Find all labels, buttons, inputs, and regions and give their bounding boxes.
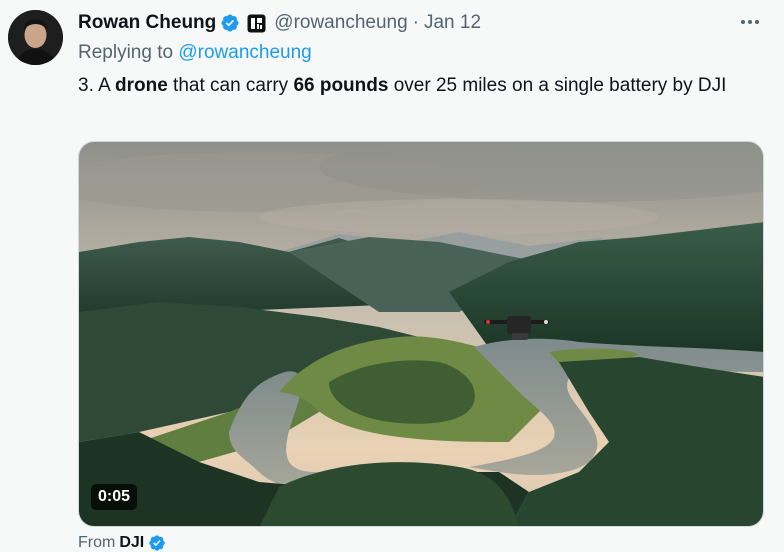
header-separator: · [412, 12, 419, 33]
replying-to-line: Replying to @rowancheung [78, 42, 312, 64]
author-avatar[interactable] [8, 10, 63, 65]
source-prefix: From [78, 534, 116, 551]
replying-to-link[interactable]: @rowancheung [178, 42, 311, 63]
video-timestamp: 0:05 [91, 484, 138, 510]
source-name[interactable]: DJI [119, 534, 144, 552]
verified-badge-icon [220, 13, 240, 33]
video-player[interactable]: 0:05 [78, 141, 764, 527]
replying-prefix: Replying to [78, 42, 174, 63]
tweet-date[interactable]: Jan 12 [424, 12, 481, 34]
tweet-text-part: over 25 miles on a single battery by DJI [388, 75, 727, 96]
media-source: From DJI [78, 534, 166, 552]
author-name[interactable]: Rowan Cheung [78, 12, 216, 34]
tweet-header: Rowan Cheung @rowancheung · Jan 12 [78, 11, 481, 35]
more-options-icon[interactable] [738, 12, 762, 32]
verified-badge-icon [148, 534, 166, 552]
affiliate-badge-icon[interactable] [247, 14, 266, 33]
tweet-text-part: 3. A [78, 75, 115, 96]
tweet-text-bold: 66 pounds [293, 75, 389, 96]
tweet-text-bold: drone [114, 75, 168, 96]
author-handle[interactable]: @rowancheung [274, 12, 407, 34]
tweet-text: 3. A drone that can carry 66 pounds over… [78, 73, 768, 98]
video-thumbnail [79, 142, 763, 526]
tweet-text-part: that can carry [167, 75, 294, 96]
